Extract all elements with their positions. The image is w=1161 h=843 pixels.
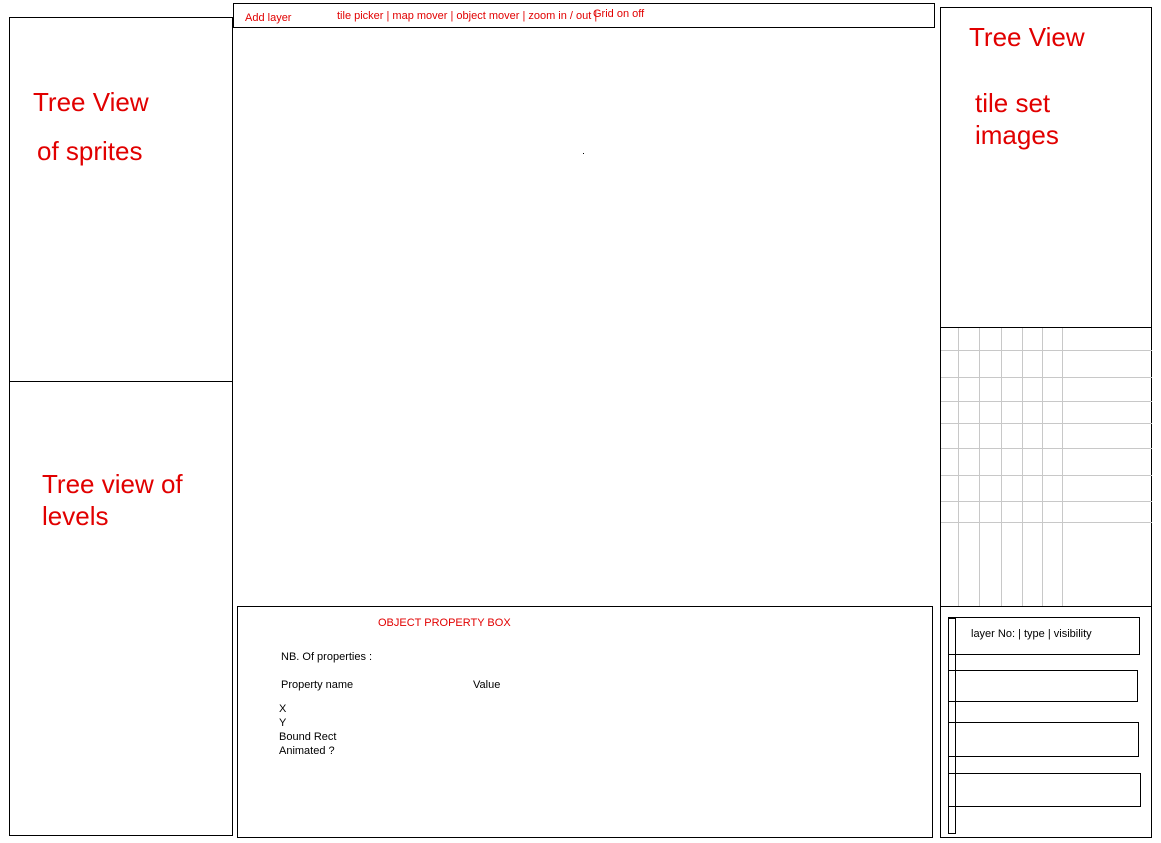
- property-box-title: OBJECT PROPERTY BOX: [378, 617, 511, 629]
- layer-row[interactable]: layer No: | type | visibility: [948, 617, 1140, 655]
- canvas-dot: [583, 153, 584, 154]
- property-item[interactable]: X: [279, 703, 286, 715]
- layers-divider: [941, 606, 1152, 607]
- tool-selector[interactable]: tile picker | map mover | object mover |…: [337, 10, 597, 22]
- map-canvas[interactable]: [237, 30, 933, 605]
- add-layer-button[interactable]: Add layer: [245, 12, 291, 24]
- layer-header-label: layer No: | type | visibility: [971, 628, 1092, 640]
- sprites-tree-subtitle: of sprites: [37, 136, 143, 166]
- property-item[interactable]: Bound Rect: [279, 731, 336, 743]
- layer-row[interactable]: [948, 722, 1139, 757]
- layer-row[interactable]: [948, 670, 1138, 702]
- tileset-images-line1: tile set: [975, 88, 1051, 118]
- sprites-tree-title: Tree View: [33, 87, 149, 117]
- levels-tree-title: Tree view of: [42, 469, 183, 499]
- property-value-header: Value: [473, 679, 501, 691]
- toolbar: Add layer tile picker | map mover | obje…: [233, 3, 935, 28]
- tileset-images-line2: images: [975, 120, 1059, 150]
- property-count-label: NB. Of properties :: [281, 651, 373, 663]
- property-item[interactable]: Animated ?: [279, 745, 335, 757]
- property-name-header: Property name: [281, 679, 354, 691]
- levels-tree-subtitle: levels: [42, 501, 109, 531]
- object-property-box: OBJECT PROPERTY BOX NB. Of properties : …: [237, 606, 933, 838]
- tile-grid[interactable]: [941, 328, 1152, 606]
- property-item[interactable]: Y: [279, 717, 286, 729]
- layers-scrollbar[interactable]: [948, 618, 956, 834]
- layer-row[interactable]: [948, 773, 1141, 807]
- levels-tree-panel[interactable]: Tree view of levels: [9, 381, 233, 836]
- tileset-tree-title: Tree View: [969, 22, 1085, 52]
- editor-mockup: Tree View of sprites Tree view of levels…: [0, 0, 1161, 843]
- sprites-tree-panel[interactable]: Tree View of sprites: [9, 17, 233, 383]
- grid-toggle[interactable]: Grid on off: [593, 8, 644, 20]
